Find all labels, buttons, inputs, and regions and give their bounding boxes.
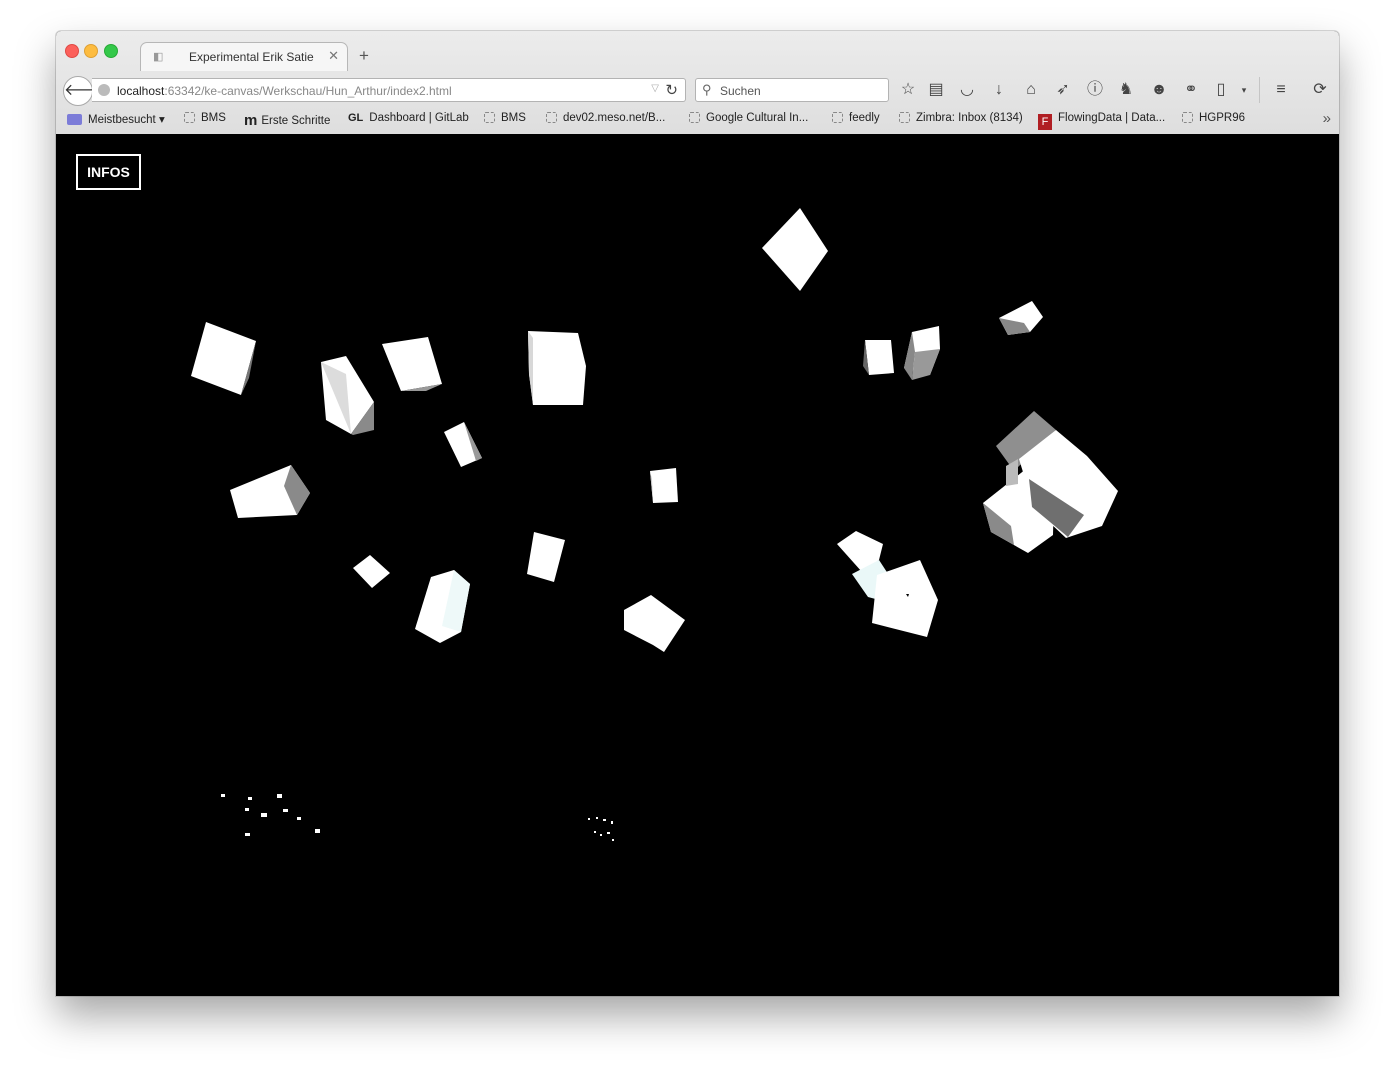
back-button[interactable]: 🡐 [63,76,107,106]
page-icon [689,112,700,123]
tab-active[interactable]: ◧ Experimental Erik Satie ✕ [140,42,348,71]
search-icon: ⚲ [702,82,712,97]
infos-button[interactable]: INFOS [76,154,141,190]
page-icon [1182,112,1193,123]
cube-scene[interactable] [56,134,1339,996]
tab-title: Experimental Erik Satie [189,50,314,64]
extension-icon[interactable]: ⚭ [1179,79,1203,101]
gitlab-icon: GL [348,112,364,124]
particle-cluster [221,794,320,836]
home-icon[interactable]: ⌂ [1019,79,1043,101]
clipboard-icon[interactable]: ▯ [1209,79,1233,101]
cube [444,422,482,467]
cube [999,301,1043,335]
bookmark-bms[interactable]: BMS [184,112,226,124]
cube [528,331,586,405]
info-icon[interactable]: ⓘ [1083,79,1107,101]
bookmark-meistbesucht[interactable]: Meistbesucht ▾ [67,112,165,126]
page-icon [484,112,495,123]
bookmark-bms-2[interactable]: BMS [484,112,526,124]
particle-cluster [588,817,614,841]
reading-list-icon[interactable]: ▤ [924,79,948,101]
reload-icon[interactable]: ↻ [665,81,678,99]
minimize-window-button[interactable] [84,44,98,58]
cube [415,570,470,643]
tab-close-icon[interactable]: ✕ [328,48,339,64]
page-canvas[interactable]: INFOS [56,134,1339,996]
new-tab-button[interactable]: + [359,46,369,66]
page-icon [184,112,195,123]
page-icon [832,112,843,123]
folder-icon [67,114,82,125]
cube [353,555,390,588]
cube [321,356,374,435]
cube [904,326,940,380]
url-history-dropdown-icon[interactable]: ▽ [651,83,659,94]
m-logo-icon: m [244,112,258,129]
url-text[interactable]: localhost:63342/ke-canvas/Werkschau/Hun_… [117,84,452,98]
addon-icon[interactable]: ♞ [1114,79,1138,101]
bookmark-google-cultural[interactable]: Google Cultural In... [689,112,808,124]
menu-icon[interactable]: ≡ [1269,79,1293,101]
bookmark-gitlab[interactable]: GL Dashboard | GitLab [348,112,469,124]
bookmark-zimbra[interactable]: Zimbra: Inbox (8134) [899,112,1023,124]
bookmark-feedly[interactable]: feedly [832,112,880,124]
cube [762,208,828,291]
cube [983,411,1118,553]
chat-icon[interactable]: ☻ [1147,79,1171,101]
bookmark-flowingdata[interactable]: F FlowingData | Data... [1038,112,1165,130]
sync-icon[interactable]: ⟳ [1308,79,1332,101]
cube [191,322,256,395]
globe-icon [98,84,110,96]
close-window-button[interactable] [65,44,79,58]
page-favicon-icon: ◧ [153,51,164,63]
page-icon [546,112,557,123]
cube [527,532,565,582]
bookmark-erste-schritte[interactable]: m Erste Schritte [244,112,330,129]
bookmark-hgpr96[interactable]: HGPR96 [1182,112,1245,124]
cube [624,595,685,652]
cube [650,468,678,503]
bookmark-star-icon[interactable]: ☆ [896,79,920,101]
url-bar[interactable]: localhost:63342/ke-canvas/Werkschau/Hun_… [92,78,686,102]
more-bookmarks-icon[interactable]: » [1323,110,1331,127]
bookmark-dev02[interactable]: dev02.meso.net/B... [546,112,665,124]
page-icon [899,112,910,123]
search-input[interactable] [718,82,882,100]
cube [382,337,442,391]
clipboard-dropdown-icon[interactable]: ▾ [1232,79,1256,101]
toolbar-separator [1259,77,1260,103]
bookmarks-toolbar: Meistbesucht ▾ BMS m Erste Schritte GL Das… [56,109,1339,131]
download-icon[interactable]: ↓ [987,79,1011,101]
cube [837,531,938,637]
cube [863,340,894,375]
browser-chrome: ◧ Experimental Erik Satie ✕ + 🡐 localhos… [56,31,1339,135]
send-icon[interactable]: ➶ [1051,79,1075,101]
flowingdata-icon: F [1038,114,1052,130]
cube [230,465,310,518]
search-bar[interactable]: ⚲ [695,78,889,102]
pocket-icon[interactable]: ◡ [955,79,979,101]
browser-window: ◧ Experimental Erik Satie ✕ + 🡐 localhos… [56,31,1339,996]
maximize-window-button[interactable] [104,44,118,58]
